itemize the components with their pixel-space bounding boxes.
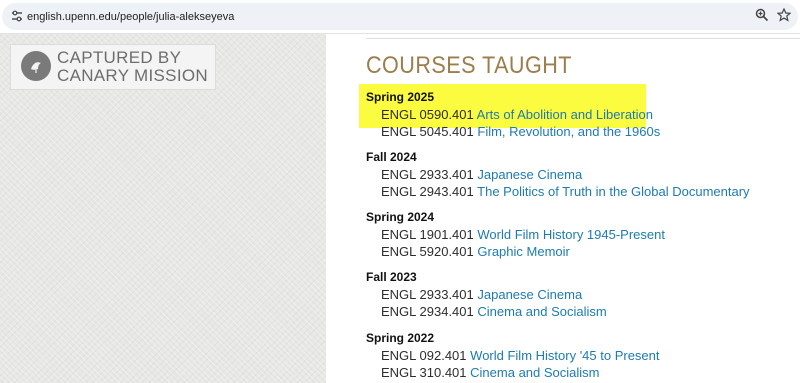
course-link[interactable]: World Film History 1945-Present [477, 227, 665, 242]
course-link[interactable]: World Film History '45 to Present [470, 348, 659, 363]
term-heading: Fall 2023 [366, 270, 417, 284]
course-code: ENGL 2933.401 [381, 167, 474, 182]
course-item: ENGL 2933.401 Japanese Cinema [381, 287, 582, 303]
course-item: ENGL 5045.401 Film, Revolution, and the … [381, 124, 660, 140]
course-link[interactable]: The Politics of Truth in the Global Docu… [477, 184, 749, 199]
canary-mission-watermark: CAPTURED BY CANARY MISSION [10, 44, 216, 90]
canary-logo-icon [21, 51, 51, 81]
course-link[interactable]: Film, Revolution, and the 1960s [477, 124, 660, 139]
course-code: ENGL 2934.401 [381, 304, 474, 319]
course-link[interactable]: Arts of Abolition and Liberation [477, 107, 653, 122]
course-item: ENGL 2943.401 The Politics of Truth in t… [381, 184, 750, 200]
course-code: ENGL 1901.401 [381, 227, 474, 242]
term-heading: Spring 2024 [366, 210, 435, 224]
course-item: ENGL 2933.401 Japanese Cinema [381, 167, 582, 183]
page-title: COURSES TAUGHT [366, 52, 572, 79]
course-link[interactable]: Cinema and Socialism [470, 365, 599, 380]
term-heading: Fall 2024 [366, 150, 417, 164]
term-heading: Spring 2025 [366, 90, 435, 104]
course-link[interactable]: Graphic Memoir [477, 244, 569, 259]
term-heading: Spring 2022 [366, 331, 435, 345]
course-link[interactable]: Cinema and Socialism [477, 304, 606, 319]
url-text[interactable]: english.upenn.edu/people/julia-alekseyev… [27, 9, 234, 25]
course-code: ENGL 092.401 [381, 348, 467, 363]
course-item: ENGL 1901.401 World Film History 1945-Pr… [381, 227, 665, 243]
course-code: ENGL 0590.401 [381, 107, 474, 122]
course-code: ENGL 310.401 [381, 365, 467, 380]
watermark-line-1: CAPTURED BY [57, 48, 182, 67]
course-item: ENGL 5920.401 Graphic Memoir [381, 244, 570, 260]
course-item: ENGL 2934.401 Cinema and Socialism [381, 304, 607, 320]
browser-toolbar: english.upenn.edu/people/julia-alekseyev… [0, 0, 800, 34]
zoom-icon[interactable] [753, 8, 771, 26]
star-icon[interactable] [775, 7, 793, 26]
course-link[interactable]: Japanese Cinema [477, 167, 582, 182]
course-code: ENGL 5920.401 [381, 244, 474, 259]
watermark-line-2: CANARY MISSION [57, 66, 208, 85]
site-info-icon[interactable] [9, 9, 25, 25]
course-code: ENGL 2943.401 [381, 184, 474, 199]
course-item: ENGL 092.401 World Film History '45 to P… [381, 348, 660, 364]
course-item: ENGL 310.401 Cinema and Socialism [381, 365, 600, 381]
address-bar[interactable]: english.upenn.edu/people/julia-alekseyev… [2, 3, 798, 30]
course-item: ENGL 0590.401 Arts of Abolition and Libe… [381, 107, 653, 123]
course-code: ENGL 2933.401 [381, 287, 474, 302]
divider [366, 38, 800, 39]
course-link[interactable]: Japanese Cinema [477, 287, 582, 302]
course-code: ENGL 5045.401 [381, 124, 474, 139]
